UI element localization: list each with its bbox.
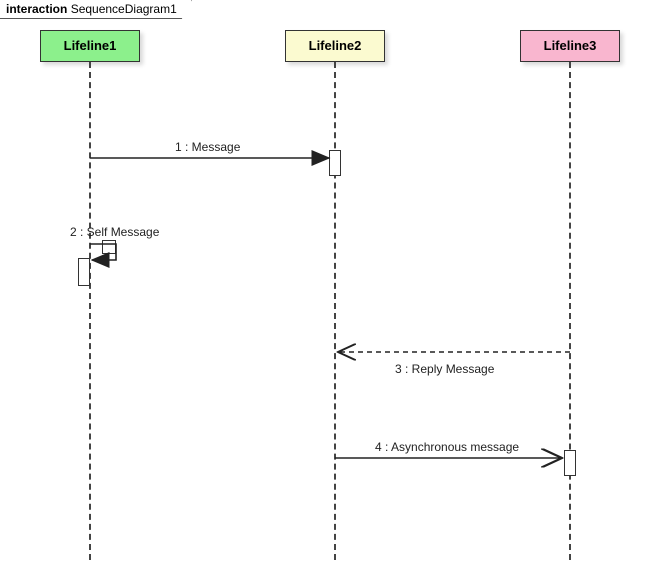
- frame-keyword: interaction: [6, 2, 67, 16]
- message-label: 4 : Asynchronous message: [375, 440, 519, 454]
- message-label: 1 : Message: [175, 140, 240, 154]
- frame-name: SequenceDiagram1: [71, 2, 177, 16]
- activation-bar: [329, 150, 341, 176]
- message-label: 3 : Reply Message: [395, 362, 494, 376]
- lifeline-label: Lifeline1: [64, 38, 117, 53]
- lifeline-lane-3: [569, 62, 571, 560]
- activation-bar: [564, 450, 576, 476]
- lifeline-lane-1: [89, 62, 91, 560]
- self-message-turn: [102, 240, 116, 254]
- activation-bar: [78, 258, 90, 286]
- message-label: 2 : Self Message: [70, 225, 159, 239]
- lifeline-head-3: Lifeline3: [520, 30, 620, 62]
- frame-tab: interaction SequenceDiagram1: [0, 0, 192, 19]
- lifeline-head-1: Lifeline1: [40, 30, 140, 62]
- lifeline-lane-2: [334, 62, 336, 560]
- arrows-overlay: [0, 0, 655, 564]
- lifeline-label: Lifeline3: [544, 38, 597, 53]
- lifeline-head-2: Lifeline2: [285, 30, 385, 62]
- lifeline-label: Lifeline2: [309, 38, 362, 53]
